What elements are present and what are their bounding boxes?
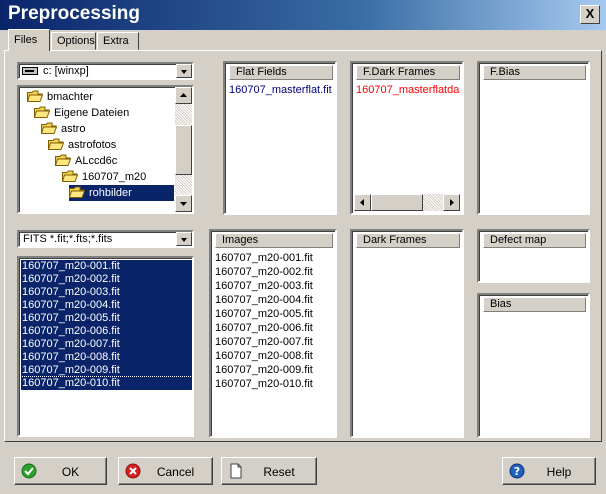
folder-tree[interactable]: bmachter Eigene Dateien astro astrofotos ALc…	[17, 85, 194, 214]
file-list-item[interactable]: 160707_m20-006.fit	[21, 325, 192, 338]
reset-button[interactable]: Reset	[221, 457, 317, 485]
flat-dark-frames-panel[interactable]: F.Dark Frames 160707_masterflatdark.fit	[350, 61, 464, 215]
folder-open-icon	[34, 106, 50, 119]
arrow-right-icon	[450, 199, 454, 206]
dark-frames-header: Dark Frames	[356, 233, 460, 248]
drive-icon	[22, 67, 38, 75]
list-item[interactable]: 160707_m20-004.fit	[215, 293, 333, 307]
help-button-label: Help	[546, 465, 572, 479]
title-bar: Preprocessing X	[0, 0, 606, 30]
tab-options[interactable]: Options	[51, 32, 96, 50]
file-list-item[interactable]: 160707_m20-003.fit	[21, 286, 192, 299]
list-item[interactable]: 160707_m20-008.fit	[215, 349, 333, 363]
file-list[interactable]: 160707_m20-001.fit 160707_m20-002.fit 1607…	[17, 256, 194, 437]
chevron-down-icon[interactable]	[176, 64, 192, 78]
list-item[interactable]: 160707_m20-007.fit	[215, 335, 333, 349]
folder-open-icon	[27, 90, 43, 103]
tree-item[interactable]: 160707_m20	[62, 169, 146, 185]
folder-open-icon	[69, 186, 85, 199]
chevron-down-icon[interactable]	[176, 232, 192, 246]
tree-item-label: bmachter	[47, 91, 93, 103]
folder-open-icon	[41, 122, 57, 135]
file-list-item[interactable]: 160707_m20-001.fit	[21, 260, 192, 273]
images-panel[interactable]: Images 160707_m20-001.fit 160707_m20-002.…	[209, 229, 337, 438]
tree-item-label: Eigene Dateien	[54, 107, 130, 119]
drive-select-value: c: [winxp]	[43, 65, 89, 77]
folder-open-icon	[62, 170, 78, 183]
list-item[interactable]: 160707_m20-009.fit	[215, 363, 333, 377]
file-filter-select[interactable]: FITS *.fit;*.fts;*.fits	[17, 230, 194, 248]
list-item[interactable]: 160707_m20-005.fit	[215, 307, 333, 321]
tree-item-label: astro	[61, 123, 86, 135]
tree-item[interactable]: astrofotos	[48, 137, 116, 153]
file-filter-value: FITS *.fit;*.fts;*.fits	[23, 233, 113, 245]
tab-extra[interactable]: Extra	[97, 32, 139, 50]
file-list-item[interactable]: 160707_m20-004.fit	[21, 299, 192, 312]
tree-item[interactable]: Eigene Dateien	[34, 105, 129, 121]
defect-map-header: Defect map	[483, 233, 586, 248]
bias-panel[interactable]: Bias	[477, 293, 590, 438]
ok-button[interactable]: OK	[14, 457, 107, 485]
list-item[interactable]: 160707_m20-003.fit	[215, 279, 333, 293]
file-list-item[interactable]: 160707_m20-002.fit	[21, 273, 192, 286]
file-list-item[interactable]: 160707_m20-008.fit	[21, 351, 192, 364]
list-item[interactable]: 160707_masterflatdark.fit	[356, 83, 460, 97]
reset-button-label: Reset	[263, 465, 295, 479]
tree-item-label: ALccd6c	[75, 155, 118, 167]
cancel-button[interactable]: Cancel	[118, 457, 213, 485]
flat-bias-header: F.Bias	[483, 65, 586, 80]
dark-frames-panel[interactable]: Dark Frames	[350, 229, 464, 438]
tree-item-label: astrofotos	[68, 139, 117, 151]
file-list-item[interactable]: 160707_m20-009.fit	[21, 364, 192, 377]
tree-item-label: 160707_m20	[82, 171, 147, 183]
flat-bias-panel[interactable]: F.Bias	[477, 61, 590, 215]
folder-open-icon	[55, 154, 71, 167]
help-button[interactable]: ? Help	[502, 457, 596, 485]
tree-item[interactable]: rohbilder	[69, 185, 174, 201]
scroll-up-button[interactable]	[175, 87, 192, 104]
file-list-item[interactable]: 160707_m20-005.fit	[21, 312, 192, 325]
flat-fields-panel[interactable]: Flat Fields 160707_masterflat.fit	[223, 61, 337, 215]
flat-fields-header: Flat Fields	[229, 65, 333, 80]
tree-item[interactable]: ALccd6c	[55, 153, 117, 169]
images-list: 160707_m20-001.fit 160707_m20-002.fit 1607…	[215, 251, 333, 391]
defect-map-panel[interactable]: Defect map	[477, 229, 590, 283]
list-item[interactable]: 160707_m20-002.fit	[215, 265, 333, 279]
images-header: Images	[215, 233, 333, 248]
drive-select[interactable]: c: [winxp]	[17, 62, 194, 80]
list-item[interactable]: 160707_masterflat.fit	[229, 83, 333, 97]
flat-dark-frames-header: F.Dark Frames	[356, 65, 460, 80]
scroll-down-button[interactable]	[175, 195, 192, 212]
tree-item-label: rohbilder	[89, 187, 132, 199]
arrow-down-icon	[180, 202, 187, 206]
scroll-left-button[interactable]	[354, 194, 371, 211]
file-list-item[interactable]: 160707_m20-010.fit	[20, 376, 193, 391]
tree-item[interactable]: astro	[41, 121, 85, 137]
flat-fields-list: 160707_masterflat.fit	[229, 83, 333, 97]
tree-item[interactable]: bmachter	[27, 89, 93, 105]
arrow-left-icon	[360, 199, 364, 206]
file-list-item[interactable]: 160707_m20-007.fit	[21, 338, 192, 351]
folder-open-icon	[48, 138, 64, 151]
tab-files[interactable]: Files	[8, 29, 50, 51]
bias-header: Bias	[483, 297, 586, 312]
scroll-right-button[interactable]	[443, 194, 460, 211]
window-title: Preprocessing	[8, 3, 140, 24]
scroll-thumb[interactable]	[371, 194, 423, 211]
list-item[interactable]: 160707_m20-010.fit	[215, 377, 333, 391]
arrow-up-icon	[180, 93, 187, 97]
close-button[interactable]: X	[580, 5, 600, 24]
flat-dark-frames-list: 160707_masterflatdark.fit	[356, 83, 460, 97]
list-item[interactable]: 160707_m20-001.fit	[215, 251, 333, 265]
scroll-thumb[interactable]	[175, 125, 192, 175]
ok-button-label: OK	[61, 465, 80, 479]
cancel-button-label: Cancel	[156, 465, 195, 479]
list-item[interactable]: 160707_m20-006.fit	[215, 321, 333, 335]
